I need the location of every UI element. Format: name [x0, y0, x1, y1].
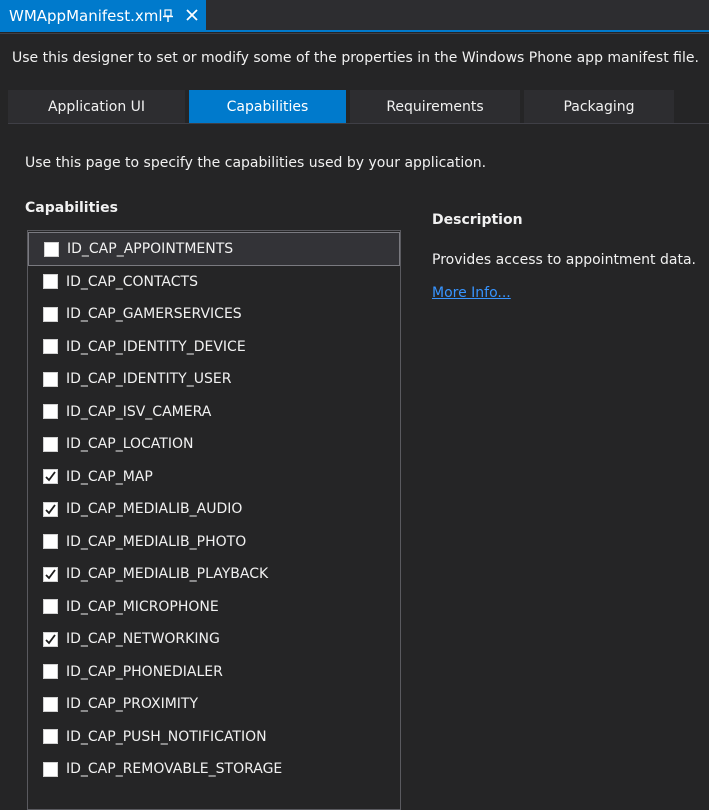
capability-label: ID_CAP_MEDIALIB_PHOTO	[66, 533, 247, 550]
page-tabs: Application UI Capabilities Requirements…	[8, 90, 709, 124]
capability-item[interactable]: ID_CAP_ISV_CAMERA	[28, 396, 400, 428]
checkbox-unchecked[interactable]	[43, 339, 58, 354]
checkbox-unchecked[interactable]	[43, 274, 58, 289]
capability-label: ID_CAP_PUSH_NOTIFICATION	[66, 728, 267, 745]
capability-item[interactable]: ID_CAP_GAMERSERVICES	[28, 298, 400, 330]
capability-label: ID_CAP_NETWORKING	[66, 631, 220, 647]
capability-item[interactable]: ID_CAP_IDENTITY_USER	[28, 363, 400, 395]
capability-label: ID_CAP_REMOVABLE_STORAGE	[66, 761, 283, 777]
checkmark-icon	[45, 503, 56, 514]
tabstrip-divider	[0, 33, 709, 34]
tab-requirements[interactable]: Requirements	[350, 90, 520, 123]
checkmark-icon	[45, 471, 56, 482]
document-tab[interactable]: WMAppManifest.xml	[0, 0, 206, 32]
checkbox-checked[interactable]	[43, 469, 58, 484]
checkbox-checked[interactable]	[43, 501, 58, 517]
checkmark-icon	[45, 633, 56, 644]
capability-item[interactable]: ID_CAP_IDENTITY_DEVICE	[28, 331, 400, 363]
checkbox-unchecked[interactable]	[43, 404, 58, 419]
capability-label: ID_CAP_MAP	[66, 468, 153, 485]
capability-label: ID_CAP_PHONEDIALER	[66, 663, 223, 680]
capability-item[interactable]: ID_CAP_CONTACTS	[28, 266, 400, 298]
tab-capabilities[interactable]: Capabilities	[189, 90, 346, 123]
capabilities-list[interactable]: ID_CAP_APPOINTMENTS ID_CAP_CONTACTS ID_CAP…	[27, 230, 401, 810]
capability-label: ID_CAP_LOCATION	[66, 436, 194, 452]
checkbox-unchecked[interactable]	[43, 534, 58, 549]
description-heading: Description	[432, 212, 523, 228]
capability-label: ID_CAP_ISV_CAMERA	[66, 403, 212, 420]
tab-application-ui[interactable]: Application UI	[8, 90, 185, 123]
capability-item[interactable]: ID_CAP_APPOINTMENTS	[28, 232, 400, 266]
close-icon[interactable]	[183, 6, 201, 24]
capability-item[interactable]: ID_CAP_PUSH_NOTIFICATION	[28, 721, 400, 753]
capability-item[interactable]: ID_CAP_NETWORKING	[28, 623, 400, 655]
capability-label: ID_CAP_MEDIALIB_AUDIO	[66, 501, 243, 517]
capability-label: ID_CAP_IDENTITY_DEVICE	[66, 338, 246, 355]
checkbox-unchecked[interactable]	[43, 599, 58, 614]
checkmark-icon	[45, 568, 56, 579]
capability-item[interactable]: ID_CAP_MEDIALIB_PHOTO	[28, 526, 400, 558]
capability-label: ID_CAP_IDENTITY_USER	[66, 371, 232, 387]
capabilities-heading: Capabilities	[25, 200, 118, 216]
more-info-link[interactable]: More Info...	[432, 285, 511, 301]
capability-label: ID_CAP_PROXIMITY	[66, 696, 199, 712]
capability-item[interactable]: ID_CAP_LOCATION	[28, 428, 400, 460]
checkbox-unchecked[interactable]	[43, 761, 58, 777]
checkbox-checked[interactable]	[43, 631, 58, 647]
designer-intro-text: Use this designer to set or modify some …	[12, 50, 699, 66]
page-description: Use this page to specify the capabilitie…	[25, 155, 487, 171]
capability-item[interactable]: ID_CAP_REMOVABLE_STORAGE	[28, 753, 400, 785]
pin-icon[interactable]	[161, 8, 175, 24]
document-tab-title: WMAppManifest.xml	[9, 7, 163, 25]
checkbox-unchecked[interactable]	[43, 664, 58, 679]
capability-label: ID_CAP_APPOINTMENTS	[67, 241, 234, 257]
capability-item[interactable]: ID_CAP_MICROPHONE	[28, 591, 400, 623]
capability-item[interactable]: ID_CAP_MAP	[28, 461, 400, 493]
checkbox-unchecked[interactable]	[43, 729, 58, 744]
checkbox-checked[interactable]	[43, 566, 58, 582]
checkbox-unchecked[interactable]	[43, 306, 58, 322]
capability-label: ID_CAP_GAMERSERVICES	[66, 306, 242, 322]
capability-label: ID_CAP_MICROPHONE	[66, 598, 219, 615]
capability-item[interactable]: ID_CAP_MEDIALIB_PLAYBACK	[28, 558, 400, 590]
capability-item[interactable]: ID_CAP_PHONEDIALER	[28, 656, 400, 688]
checkbox-unchecked[interactable]	[43, 371, 58, 387]
checkbox-unchecked[interactable]	[43, 696, 58, 712]
description-text: Provides access to appointment data.	[432, 252, 696, 268]
capability-item[interactable]: ID_CAP_MEDIALIB_AUDIO	[28, 493, 400, 525]
capability-label: ID_CAP_CONTACTS	[66, 273, 198, 290]
tab-packaging[interactable]: Packaging	[524, 90, 674, 123]
checkbox-unchecked[interactable]	[43, 436, 58, 452]
document-tabstrip: WMAppManifest.xml	[0, 0, 709, 32]
checkbox-unchecked[interactable]	[44, 241, 59, 257]
capability-item[interactable]: ID_CAP_PROXIMITY	[28, 688, 400, 720]
capability-label: ID_CAP_MEDIALIB_PLAYBACK	[66, 566, 269, 582]
